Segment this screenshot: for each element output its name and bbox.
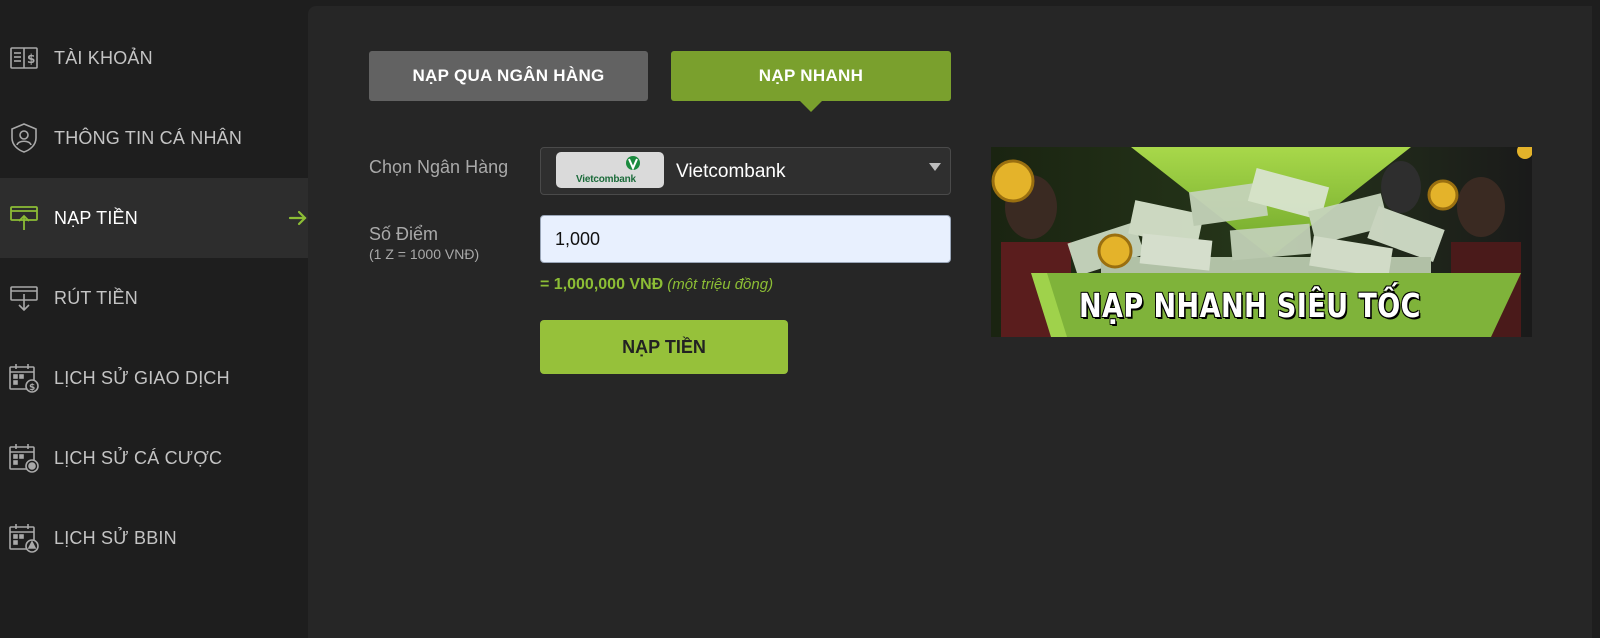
sidebar-item-withdraw[interactable]: RÚT TIỀN [0,258,308,338]
calendar-money-icon: $ [8,362,40,394]
arrow-right-icon [288,208,308,228]
bank-select[interactable]: Vietcombank Vietcombank [540,147,951,195]
chevron-down-icon [929,163,941,171]
sidebar: $ TÀI KHOẢN THÔNG TIN CÁ NHÂN NẠP TIỀN R… [0,0,308,638]
tab-fast-deposit[interactable]: NẠP NHANH [671,51,951,112]
points-input[interactable] [540,215,951,263]
sidebar-item-label: RÚT TIỀN [54,287,138,308]
deposit-panel: NẠP QUA NGÂN HÀNG NẠP NHANH Chọn Ngân Hà… [308,6,1592,638]
sidebar-item-label: LỊCH SỬ CÁ CƯỢC [54,447,223,468]
conversion-amount: = 1,000,000 VNĐ [540,276,664,293]
svg-text:$: $ [27,52,35,66]
bank-select-label: Chọn Ngân Hàng [369,157,509,177]
withdraw-icon [8,282,40,314]
deposit-icon [8,202,40,234]
sidebar-item-label: TÀI KHOẢN [54,47,153,68]
sidebar-item-label: LỊCH SỬ GIAO DỊCH [54,367,230,388]
sidebar-item-bbin-history[interactable]: LỊCH SỬ BBIN [0,498,308,578]
sidebar-item-label: THÔNG TIN CÁ NHÂN [54,127,243,148]
user-shield-icon [8,122,40,154]
sidebar-item-account[interactable]: $ TÀI KHOẢN [0,18,308,98]
sidebar-item-deposit[interactable]: NẠP TIỀN [0,178,308,258]
selected-bank-name: Vietcombank [676,161,786,182]
conversion-words: (một triệu đồng) [667,276,774,293]
conversion-text: = 1,000,000 VNĐ (một triệu đồng) [540,276,773,294]
sidebar-item-profile[interactable]: THÔNG TIN CÁ NHÂN [0,98,308,178]
calendar-bet-icon [8,442,40,474]
vietcombank-logo: Vietcombank [556,152,664,188]
sidebar-item-label: LỊCH SỬ BBIN [54,527,177,548]
sidebar-item-bet-history[interactable]: LỊCH SỬ CÁ CƯỢC [0,418,308,498]
promo-banner[interactable]: NẠP NHANH SIÊU TỐC [991,147,1532,337]
account-book-icon: $ [8,42,40,74]
tab-bank-deposit[interactable]: NẠP QUA NGÂN HÀNG [369,51,648,101]
sidebar-item-label: NẠP TIỀN [54,207,138,228]
sidebar-item-transaction-history[interactable]: $ LỊCH SỬ GIAO DỊCH [0,338,308,418]
svg-text:$: $ [29,383,35,393]
points-label: Số Điểm [369,224,439,244]
vietcombank-mark-icon [626,156,640,171]
points-rate-label: (1 Z = 1000 VNĐ) [369,246,480,262]
app-root: $ TÀI KHOẢN THÔNG TIN CÁ NHÂN NẠP TIỀN R… [0,0,1600,638]
deposit-submit-button[interactable]: NẠP TIỀN [540,320,788,374]
promo-banner-headline: NẠP NHANH SIÊU TỐC [1079,286,1421,325]
calendar-bbin-icon [8,522,40,554]
bank-logo-text: Vietcombank [576,174,636,185]
